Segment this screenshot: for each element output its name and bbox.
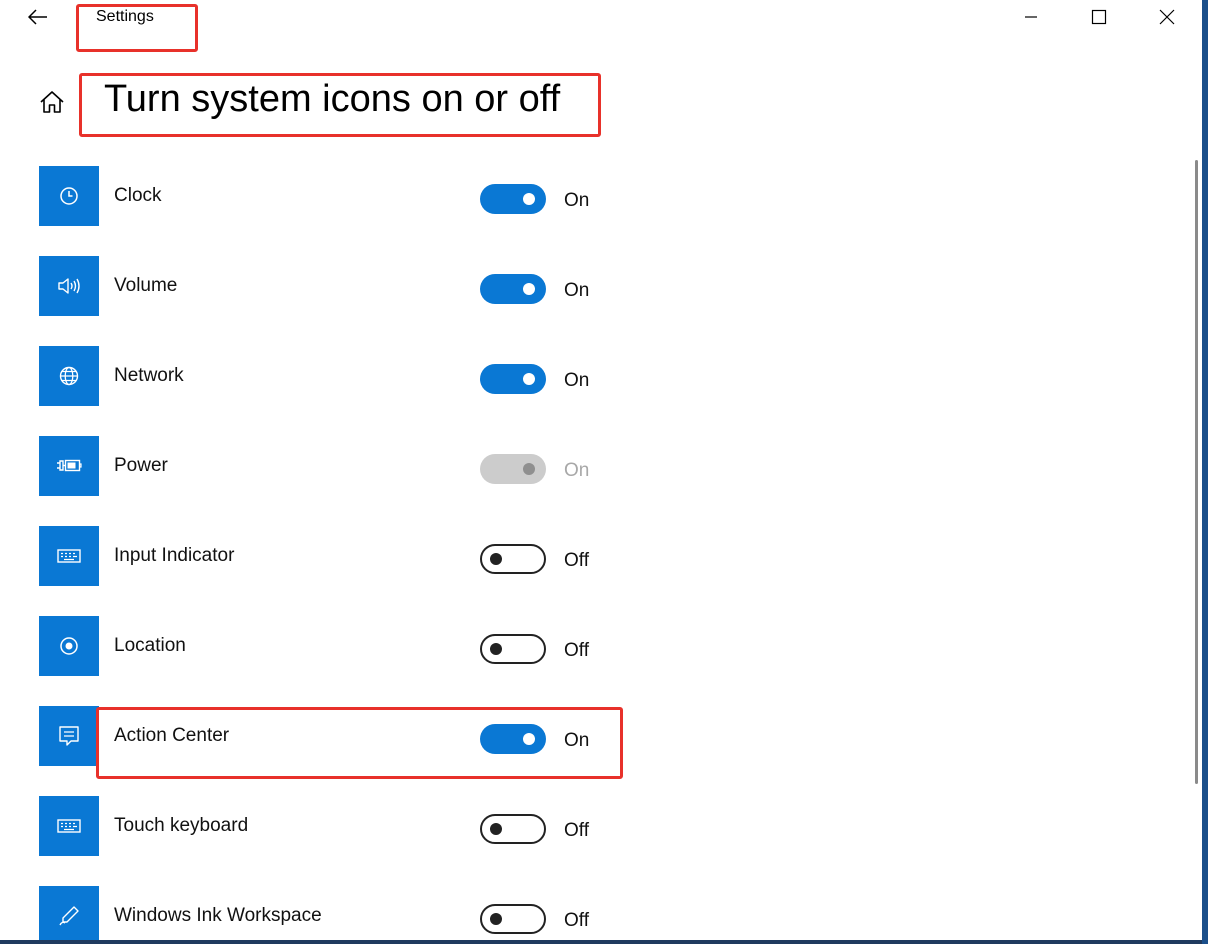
setting-label: Input Indicator — [114, 545, 235, 566]
toggle-knob — [523, 283, 535, 295]
setting-label: Action Center — [114, 725, 230, 746]
pen-icon — [59, 906, 79, 926]
toggle-state-text: Off — [564, 640, 589, 661]
home-icon — [40, 91, 64, 113]
icon-tile — [39, 796, 99, 856]
clock-toggle[interactable] — [480, 184, 546, 214]
maximize-icon — [1091, 9, 1107, 25]
scrollbar[interactable] — [1195, 160, 1198, 784]
setting-row-location: Location Off — [39, 616, 639, 676]
toggle-knob — [523, 463, 535, 475]
toggle-state-text: Off — [564, 820, 589, 841]
settings-window: Settings Turn system icons on or off Clo… — [0, 0, 1204, 944]
action-center-toggle[interactable] — [480, 724, 546, 754]
back-arrow-icon — [28, 9, 47, 25]
toggle-state-text: On — [564, 370, 590, 391]
setting-row-power: Power On — [39, 436, 639, 496]
setting-label: Location — [114, 635, 186, 656]
clock-icon — [60, 187, 78, 205]
toggle-knob — [490, 823, 502, 835]
icon-tile — [39, 436, 99, 496]
setting-row-volume: Volume On — [39, 256, 639, 316]
setting-label: Volume — [114, 275, 178, 296]
toggle-state-text: Off — [564, 550, 589, 571]
minimize-icon — [1025, 16, 1037, 18]
window-title: Settings — [96, 8, 154, 25]
toggle-knob — [490, 553, 502, 565]
setting-row-network: Network On — [39, 346, 639, 406]
toggle-knob — [523, 733, 535, 745]
minimize-button[interactable] — [1008, 0, 1054, 34]
keyboard-icon — [57, 549, 81, 563]
volume-icon — [58, 278, 80, 294]
icon-tile — [39, 526, 99, 586]
power-toggle — [480, 454, 546, 484]
toggle-state-text: Off — [564, 910, 589, 931]
icon-tile — [39, 256, 99, 316]
windows-ink-toggle[interactable] — [480, 904, 546, 934]
touch-keyboard-toggle[interactable] — [480, 814, 546, 844]
icon-tile — [39, 346, 99, 406]
toggle-state-text: On — [564, 730, 590, 751]
toggle-knob — [490, 913, 502, 925]
title-bar: Settings — [0, 0, 1202, 36]
icon-tile — [39, 616, 99, 676]
power-icon — [57, 459, 82, 472]
home-button[interactable] — [34, 84, 70, 120]
toggle-knob — [490, 643, 502, 655]
action-center-icon — [59, 726, 79, 746]
location-toggle[interactable] — [480, 634, 546, 664]
back-button[interactable] — [18, 2, 58, 32]
volume-toggle[interactable] — [480, 274, 546, 304]
network-icon — [59, 366, 79, 386]
setting-label: Network — [114, 365, 184, 386]
icon-tile — [39, 706, 99, 766]
setting-row-clock: Clock On — [39, 166, 639, 226]
setting-row-touch-keyboard: Touch keyboard Off — [39, 796, 639, 856]
location-icon — [60, 637, 78, 655]
touch-keyboard-icon — [57, 819, 81, 833]
toggle-state-text: On — [564, 280, 590, 301]
close-button[interactable] — [1144, 0, 1190, 34]
close-icon — [1159, 9, 1175, 25]
icon-tile — [39, 166, 99, 226]
network-toggle[interactable] — [480, 364, 546, 394]
setting-row-input-indicator: Input Indicator Off — [39, 526, 639, 586]
setting-label: Power — [114, 455, 168, 476]
setting-label: Touch keyboard — [114, 815, 249, 836]
setting-label: Windows Ink Workspace — [114, 905, 322, 926]
desktop-background — [1202, 0, 1208, 944]
toggle-knob — [523, 373, 535, 385]
page-title: Turn system icons on or off — [104, 78, 561, 120]
setting-row-windows-ink: Windows Ink Workspace Off — [39, 886, 639, 940]
setting-row-action-center: Action Center On — [39, 706, 639, 766]
input-indicator-toggle[interactable] — [480, 544, 546, 574]
toggle-knob — [523, 193, 535, 205]
setting-label: Clock — [114, 185, 162, 206]
icon-tile — [39, 886, 99, 940]
maximize-button[interactable] — [1076, 0, 1122, 34]
toggle-state-text: On — [564, 460, 590, 481]
toggle-state-text: On — [564, 190, 590, 211]
